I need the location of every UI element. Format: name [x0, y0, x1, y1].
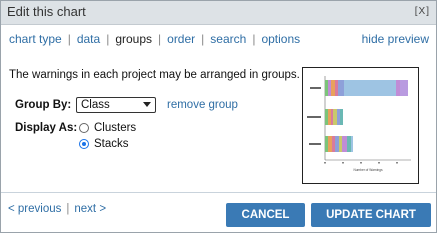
preview-x-ticks: [324, 162, 398, 164]
preview-row-label: [309, 143, 321, 145]
group-by-select[interactable]: Class: [76, 97, 156, 113]
dialog-title: Edit this chart: [7, 4, 86, 19]
nav-separator: |: [252, 32, 256, 46]
radio-clusters[interactable]: Clusters: [79, 122, 136, 134]
update-chart-button[interactable]: UPDATE CHART: [311, 203, 431, 227]
preview-bar-3: [325, 136, 353, 152]
footer-divider: [1, 192, 436, 193]
preview-bar-2: [325, 109, 343, 125]
radio-clusters-label: Clusters: [94, 122, 137, 134]
chart-preview: Number of Warnings: [302, 67, 419, 184]
nav-separator: |: [106, 32, 110, 46]
remove-group-link[interactable]: remove group: [167, 99, 238, 111]
close-button[interactable]: [X]: [415, 6, 430, 17]
nav-separator: |: [158, 32, 162, 46]
radio-stacks-icon[interactable]: [79, 139, 89, 149]
cancel-button[interactable]: CANCEL: [226, 203, 305, 227]
footer-nav: < previous | next >: [8, 203, 106, 215]
group-by-label: Group By:: [15, 99, 72, 111]
groups-description: The warnings in each project may be arra…: [9, 69, 300, 81]
previous-link[interactable]: < previous: [8, 203, 61, 215]
tab-groups[interactable]: groups: [115, 32, 152, 46]
tab-chart-type[interactable]: chart type: [9, 32, 62, 46]
tab-nav: chart type | data | groups | order | search | opti…: [9, 32, 300, 46]
tab-order[interactable]: order: [167, 32, 195, 46]
preview-bar-1: [325, 80, 408, 96]
next-link[interactable]: next >: [74, 203, 106, 215]
group-by-value: Class: [81, 99, 110, 111]
chart-preview-svg: Number of Warnings: [307, 76, 411, 172]
preview-x-label: Number of Warnings: [353, 168, 383, 172]
nav-separator: |: [201, 32, 205, 46]
display-as-label: Display As:: [15, 122, 78, 134]
tab-options[interactable]: options: [261, 32, 300, 46]
footer-separator: |: [66, 203, 70, 215]
edit-chart-dialog: Edit this chart [X] chart type | data | grou…: [0, 0, 437, 233]
hide-preview-link[interactable]: hide preview: [362, 32, 429, 46]
nav-separator: |: [67, 32, 71, 46]
preview-row-label: [307, 116, 321, 118]
dialog-titlebar: Edit this chart [X]: [1, 1, 436, 25]
radio-stacks[interactable]: Stacks: [79, 138, 129, 150]
radio-clusters-icon[interactable]: [79, 123, 89, 133]
tab-data[interactable]: data: [77, 32, 100, 46]
preview-row-label: [310, 87, 321, 89]
tab-search[interactable]: search: [210, 32, 246, 46]
radio-stacks-label: Stacks: [94, 138, 129, 150]
chevron-down-icon: [143, 102, 151, 107]
